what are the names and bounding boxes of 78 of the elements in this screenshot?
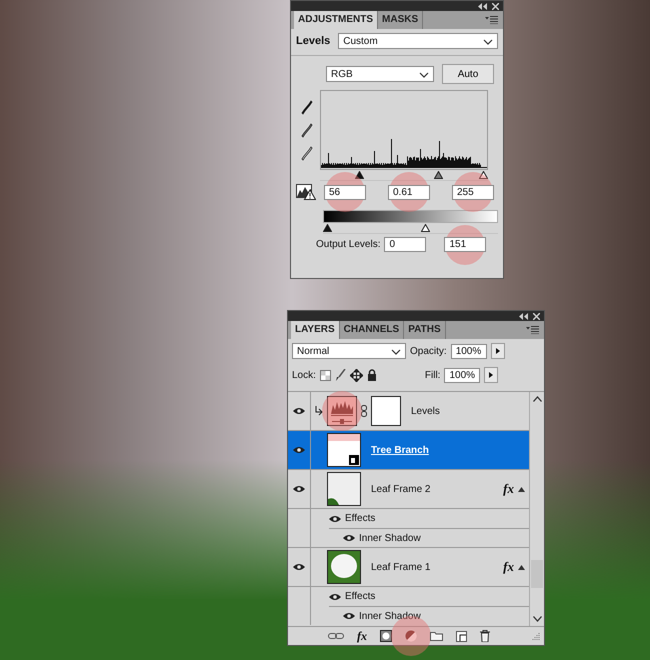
fill-field[interactable]: 100% (444, 368, 480, 382)
panel-tab[interactable]: LAYERS (291, 321, 340, 339)
fx-indicator: fx (503, 481, 514, 497)
fill-label: Fill: (424, 370, 440, 380)
output-level-field[interactable]: 151 (444, 237, 486, 252)
preset-dropdown[interactable]: Custom (338, 33, 498, 49)
scroll-down-icon[interactable] (532, 616, 542, 622)
mask-icon[interactable] (380, 630, 392, 642)
input-level-field[interactable]: 0.61 (388, 184, 430, 200)
effects-label: Effects (345, 513, 376, 524)
layer-row[interactable]: Leaf Frame 1 fx (288, 547, 529, 587)
expand-arrow-icon[interactable] (518, 486, 525, 492)
layer-name: Leaf Frame 1 (371, 562, 432, 572)
layer-thumbnail (327, 472, 361, 506)
close-icon[interactable] (533, 312, 540, 320)
lock-icon[interactable] (366, 369, 377, 381)
opacity-field[interactable]: 100% (450, 344, 487, 358)
panel-menu-icon[interactable] (526, 326, 539, 334)
eye-icon[interactable] (293, 407, 305, 415)
layer-thumbnail (327, 550, 361, 584)
layer-thumbnail (327, 433, 361, 467)
layer-name: Leaf Frame 2 (371, 484, 432, 494)
layer-name: Tree Branch (371, 444, 430, 456)
lock-label: Lock: (292, 370, 316, 380)
layer-row[interactable]: Levels (288, 392, 529, 431)
chain-link-icon (361, 405, 367, 417)
link-icon[interactable] (328, 632, 344, 640)
fx-indicator: fx (503, 559, 514, 575)
chevron-icon (391, 348, 401, 354)
trash-icon[interactable] (480, 630, 490, 642)
brush-icon[interactable] (334, 369, 346, 381)
opacity-label: Opacity: (410, 346, 447, 356)
input-slider-track[interactable] (320, 171, 488, 181)
panel-tab[interactable]: MASKS (378, 11, 424, 29)
layer-name: Levels (411, 406, 441, 416)
panel-menu-icon[interactable] (485, 16, 498, 24)
arrow-button-icon[interactable] (484, 367, 498, 383)
chevron-icon (419, 70, 429, 78)
output-level-field[interactable]: 0 (384, 237, 426, 252)
preset-label: Levels (296, 35, 330, 47)
eye-icon[interactable] (329, 592, 341, 600)
fx-button[interactable]: fx (357, 628, 367, 644)
new-layer-icon[interactable] (456, 630, 467, 642)
arrow-button-icon[interactable] (490, 343, 505, 359)
resize-grip-icon[interactable] (532, 632, 540, 640)
clipping-warning-icon[interactable] (296, 184, 316, 200)
panel-tab[interactable]: PATHS (404, 321, 446, 339)
input-level-field[interactable]: 255 (452, 184, 494, 200)
lock-transparency-icon[interactable] (320, 370, 331, 380)
panel-tab[interactable]: ADJUSTMENTS (294, 11, 378, 29)
channel-dropdown[interactable]: RGB (326, 66, 434, 82)
eye-icon[interactable] (293, 485, 305, 493)
folder-icon[interactable] (430, 631, 443, 641)
close-icon[interactable] (492, 2, 499, 10)
scroll-up-icon[interactable] (532, 396, 542, 402)
effect-name: Inner Shadow (359, 610, 421, 622)
layer-mask-thumbnail (371, 396, 401, 426)
eye-icon[interactable] (293, 446, 305, 454)
layer-row[interactable]: Tree Branch (288, 431, 529, 470)
chevron-icon (483, 38, 493, 44)
eye-icon[interactable] (343, 534, 355, 542)
effect-name: Inner Shadow (359, 532, 421, 544)
scroll-thumb[interactable] (531, 560, 543, 588)
layer-row[interactable]: Leaf Frame 2 fx (288, 470, 529, 509)
eye-icon[interactable] (293, 563, 305, 571)
scrollbar[interactable] (529, 392, 544, 626)
blend-mode-dropdown[interactable]: Normal (292, 343, 406, 359)
eye-icon[interactable] (329, 514, 341, 522)
half-circle-icon[interactable] (405, 630, 417, 642)
eye-icon[interactable] (343, 612, 355, 620)
move-icon[interactable] (350, 368, 363, 382)
expand-arrow-icon[interactable] (518, 564, 525, 570)
effects-label: Effects (345, 591, 376, 602)
auto-button[interactable]: Auto (442, 64, 494, 84)
panel-tab[interactable]: CHANNELS (340, 321, 404, 339)
output-slider-track[interactable] (323, 224, 498, 234)
output-levels-label: Output Levels: (316, 239, 380, 250)
input-level-field[interactable]: 56 (324, 184, 366, 200)
